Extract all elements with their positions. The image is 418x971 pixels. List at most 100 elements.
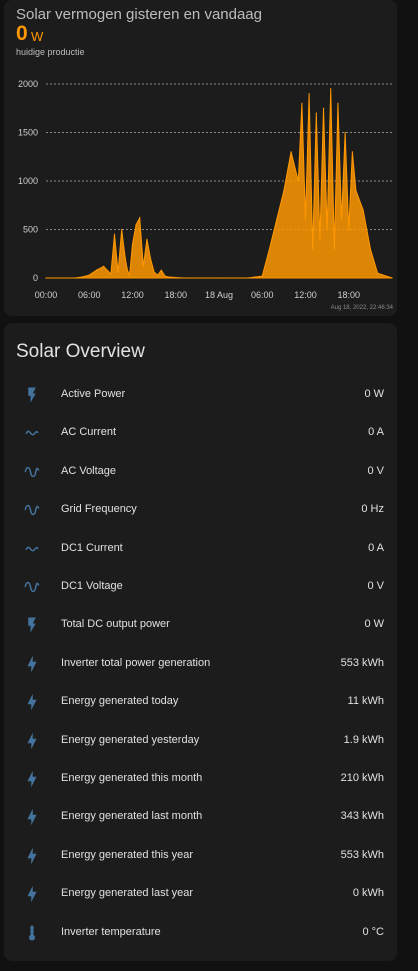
data-point [160, 269, 162, 271]
data-point [135, 224, 137, 226]
entity-label: Energy generated this year [61, 848, 194, 861]
current-ac-icon [23, 424, 41, 442]
x-tick-label: 18 Aug [205, 290, 233, 300]
x-tick-label: 18:00 [337, 290, 360, 300]
entity-label: Energy generated yesterday [61, 733, 200, 746]
data-point [146, 238, 148, 240]
data-point [297, 180, 299, 182]
solar-power-series [46, 88, 393, 279]
entity-row[interactable]: Energy generated last month 343 kWh [4, 797, 397, 835]
entity-label: DC1 Current [61, 541, 123, 554]
data-point [319, 238, 321, 240]
y-tick-label: 1000 [18, 176, 38, 186]
data-point [348, 228, 350, 231]
entity-row[interactable]: Grid Frequency 0 Hz [4, 490, 397, 528]
entity-value: 0 A [368, 541, 384, 554]
data-point [157, 274, 159, 276]
entity-label: DC1 Voltage [61, 580, 123, 592]
data-point [175, 276, 177, 279]
data-point [182, 277, 184, 279]
entity-label: Energy generated this month [61, 772, 203, 784]
sine-wave-icon [23, 578, 41, 596]
entity-row[interactable]: Total DC output power 0 W [4, 605, 397, 643]
solar-chart-card[interactable]: Solar vermogen gisteren en vandaag 0 W h… [4, 0, 397, 316]
data-point [126, 269, 129, 271]
y-tick-label: 2000 [18, 79, 38, 89]
entity-label: Energy generated today [61, 695, 179, 708]
entity-row[interactable]: Inverter temperature 0 °C [4, 913, 397, 951]
data-point [326, 228, 328, 231]
data-point [142, 265, 144, 267]
entity-row[interactable]: DC1 Current 0 A [4, 529, 397, 567]
x-tick-label: 12:00 [294, 290, 317, 300]
data-point [167, 276, 170, 278]
entity-value: 0 W [364, 388, 384, 400]
entity-value: 11 kWh [347, 695, 384, 708]
data-point [301, 102, 303, 104]
x-tick-label: 18:00 [164, 290, 187, 300]
data-point [95, 269, 98, 271]
entity-row[interactable]: AC Current 0 A [4, 413, 397, 451]
entity-row[interactable]: Energy generated today 11 kWh [4, 682, 397, 720]
thermometer-icon [23, 924, 41, 942]
entity-label: Active Power [61, 388, 126, 400]
flash-icon [23, 616, 41, 634]
entity-label: Inverter temperature [61, 925, 161, 938]
solar-overview-card: Solar Overview Active Power 0 W AC Current… [4, 323, 397, 961]
lightning-bolt-icon [23, 693, 41, 711]
data-point [139, 217, 141, 219]
data-point [322, 107, 325, 109]
data-point [315, 112, 317, 114]
lightning-bolt-icon [23, 732, 41, 750]
data-point [344, 131, 346, 134]
entity-value: 0 Hz [361, 503, 384, 516]
entity-label: Grid Frequency [61, 503, 137, 516]
x-tick-label: 12:00 [121, 290, 144, 300]
lightning-bolt-icon [23, 655, 41, 673]
entity-row[interactable]: Energy generated this year 553 kWh [4, 836, 397, 874]
data-point [268, 248, 271, 250]
entity-value: 0 W [364, 618, 384, 631]
current-ac-icon [23, 540, 41, 558]
data-point [153, 271, 155, 273]
x-tick-label: 06:00 [78, 290, 101, 300]
data-point [74, 277, 76, 279]
entity-value: 0 °C [362, 925, 384, 938]
entity-label: Inverter total power generation [61, 656, 211, 669]
data-point [164, 275, 166, 277]
data-point [45, 277, 47, 279]
data-point [81, 276, 83, 278]
data-point [376, 272, 379, 274]
entity-label: Energy generated last year [61, 887, 194, 900]
power-chart[interactable]: 0 500 1000 1500 2000 00:00 06:00 12:00 18:00 18 A… [4, 0, 397, 316]
entity-row[interactable]: Energy generated yesterday 1.9 kWh [4, 721, 397, 759]
entity-label: AC Current [61, 426, 117, 439]
data-point [129, 274, 131, 276]
entity-value: 343 kWh [340, 810, 384, 823]
entity-row[interactable]: Energy generated last year 0 kWh [4, 874, 397, 912]
y-tick-label: 1500 [18, 128, 38, 138]
data-point [113, 233, 116, 235]
entity-value: 0 V [367, 580, 384, 592]
sine-wave-icon [23, 463, 41, 481]
entity-value: 210 kWh [340, 772, 384, 784]
entity-label: AC Voltage [61, 464, 117, 477]
data-point [276, 219, 278, 221]
entity-row[interactable]: AC Voltage 0 V [4, 452, 397, 490]
sine-wave-icon [23, 501, 41, 519]
entity-row[interactable]: Energy generated this month 210 kWh [4, 759, 397, 797]
data-point [308, 93, 310, 95]
entity-row[interactable]: Active Power 0 W [4, 375, 397, 413]
data-point [340, 219, 343, 221]
entity-row[interactable]: Inverter total power generation 553 kWh [4, 644, 397, 682]
entity-row[interactable]: DC1 Voltage 0 V [4, 567, 397, 605]
data-point [337, 102, 339, 104]
entity-value: 0 kWh [352, 887, 384, 900]
flash-icon [23, 386, 41, 404]
entity-label: Total DC output power [61, 618, 170, 631]
data-point [189, 277, 191, 279]
data-point [391, 277, 393, 279]
data-point [304, 219, 307, 221]
data-point [369, 248, 371, 250]
entity-value: 1.9 kWh [343, 733, 384, 746]
